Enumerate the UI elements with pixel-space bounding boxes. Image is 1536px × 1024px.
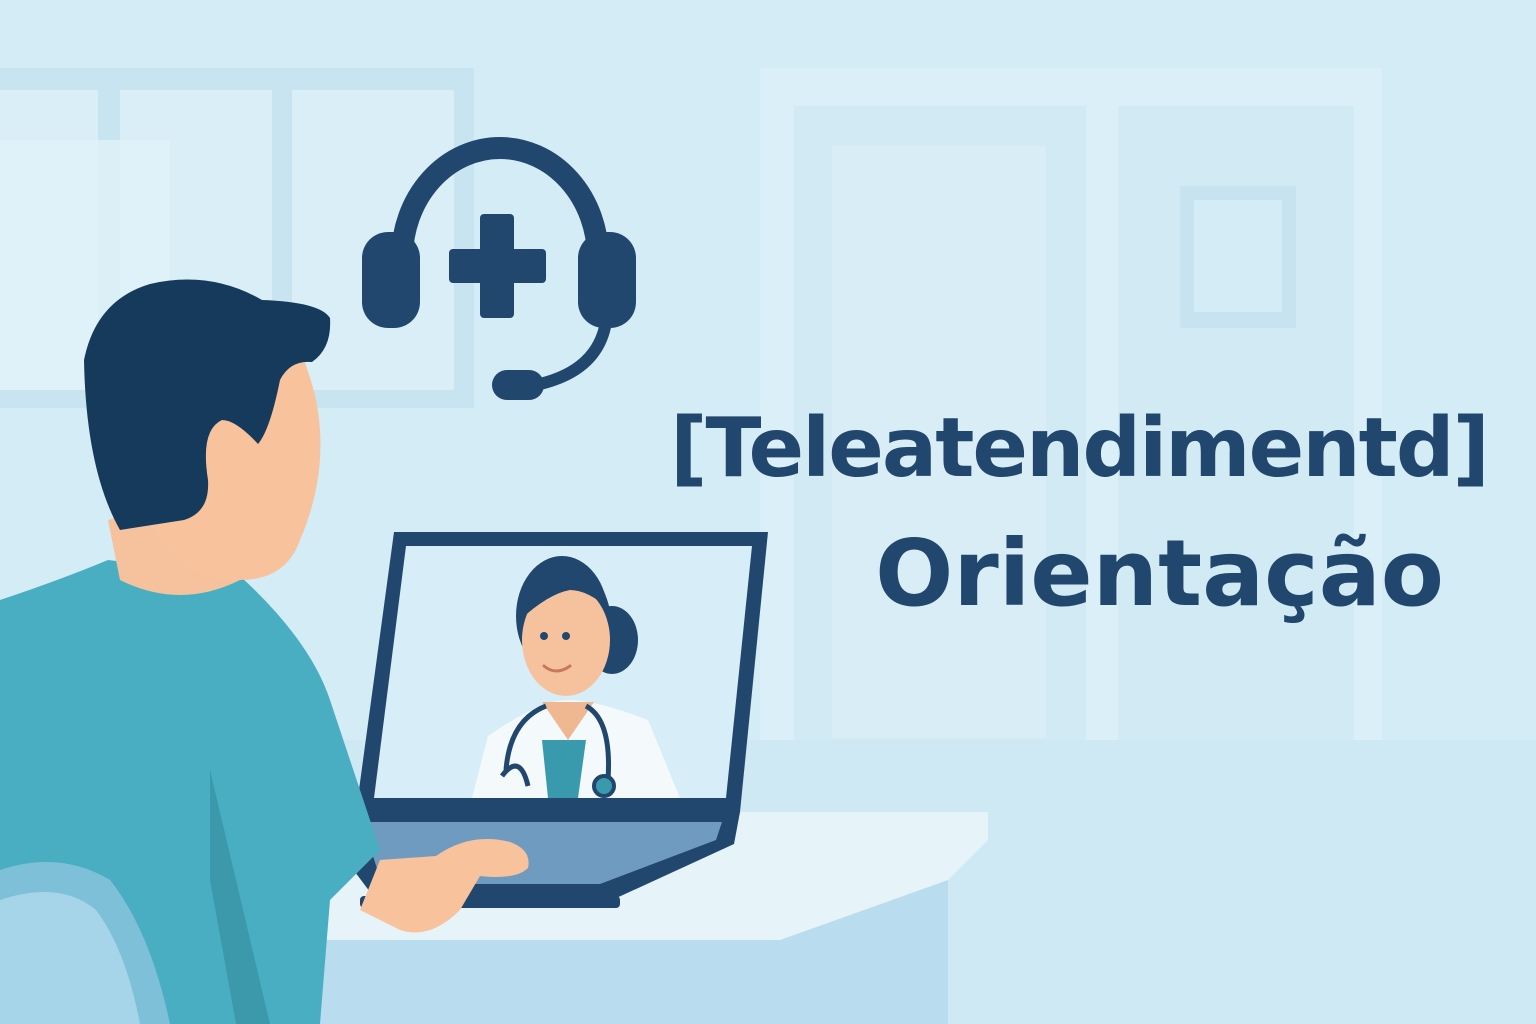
hero-banner: [Teleatendimentd] Orientação — [0, 0, 1536, 1024]
headline: [Teleatendimentd] Orientação — [628, 401, 1490, 627]
headline-subtitle: Orientação — [875, 520, 1444, 627]
headline-title: [Teleatendimentd] — [670, 401, 1490, 496]
